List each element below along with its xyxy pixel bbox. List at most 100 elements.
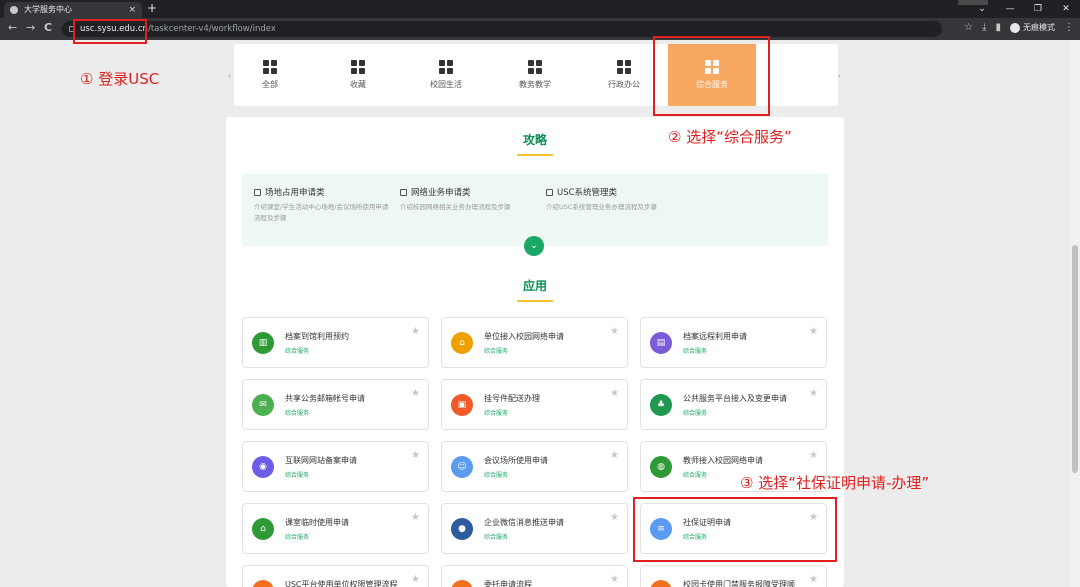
app-card[interactable]: ☺ 会议场所使用申请 综合服务 ★ (441, 441, 628, 492)
favorite-star-icon[interactable]: ★ (809, 388, 818, 399)
category-all[interactable]: 全部 (240, 60, 300, 90)
app-name: 档案远程利用申请 (683, 332, 747, 341)
restore-button[interactable]: ❐ (1024, 0, 1052, 18)
favorite-star-icon[interactable]: ★ (411, 450, 420, 461)
favorite-star-icon[interactable]: ★ (610, 574, 619, 585)
favorite-star-icon[interactable]: ★ (411, 326, 420, 337)
toolbar-actions: ☆ ⤓ ▮ 无痕模式 ⋮ (964, 22, 1074, 33)
app-card[interactable]: ● USC平台使用单位权限管理流程 ★ (242, 565, 429, 587)
favorite-star-icon[interactable]: ★ (411, 388, 420, 399)
category-label: 校园生活 (430, 80, 462, 89)
app-name: 单位接入校园网络申请 (484, 332, 564, 341)
page-scrollbar[interactable] (1070, 40, 1080, 587)
nav-left-arrow-icon[interactable]: ‹ (228, 72, 231, 80)
app-icon: ✉ (252, 394, 274, 416)
app-name: 公共服务平台接入及变更申请 (683, 394, 787, 403)
app-name: 共享公务邮箱帐号申请 (285, 394, 365, 403)
app-category: 综合服务 (285, 348, 310, 355)
expand-chevron-icon[interactable]: ⌄ (524, 236, 544, 256)
favorite-star-icon[interactable]: ★ (610, 512, 619, 523)
category-favorites[interactable]: 收藏 (328, 60, 388, 90)
app-card[interactable]: ⌂ 课室临时使用申请 综合服务 ★ (242, 503, 429, 554)
category-academic[interactable]: 教务教学 (505, 60, 565, 90)
app-icon: ● (650, 580, 672, 587)
app-card[interactable]: ✉ 共享公务邮箱帐号申请 综合服务 ★ (242, 379, 429, 430)
tab-list-icon[interactable]: ⌄ (968, 0, 996, 18)
app-category: 综合服务 (683, 348, 708, 355)
app-icon: ⌂ (252, 518, 274, 540)
guide-item-venue[interactable]: 场地占用申请类 介绍课室/学生活动中心场地/会议场所使用申请流程及步骤 (254, 186, 394, 224)
guide-title-underline (517, 154, 553, 156)
app-card[interactable]: ● 企业微信消息推送申请 综合服务 ★ (441, 503, 628, 554)
download-icon[interactable]: ⤓ (982, 22, 986, 33)
incognito-indicator[interactable]: 无痕模式 (1010, 22, 1055, 33)
app-card[interactable]: ▣ 挂号件配送办理 综合服务 ★ (441, 379, 628, 430)
app-name: 互联网网站备案申请 (285, 456, 357, 465)
grid-icon (351, 60, 365, 74)
app-category: 综合服务 (683, 472, 708, 479)
address-bar[interactable]: usc.sysu.edu.cn/taskcenter-v4/workflow/i… (62, 21, 942, 37)
category-label: 行政办公 (608, 80, 640, 89)
favorite-star-icon[interactable]: ★ (411, 512, 420, 523)
annotation-box-app (633, 497, 837, 562)
bookmark-star-icon[interactable]: ☆ (964, 22, 973, 33)
apps-title-underline (517, 300, 553, 302)
app-card[interactable]: ◉ 互联网网站备案申请 综合服务 ★ (242, 441, 429, 492)
grid-icon (439, 60, 453, 74)
app-card[interactable]: ● 校园卡使用门禁服务报障受理顺 ★ (640, 565, 827, 587)
annotation-box-login (73, 19, 147, 44)
annotation-step2: ② 选择“综合服务” (668, 128, 792, 146)
guide-item-network[interactable]: 网络业务申请类 介绍校园网络相关业务办理流程及步骤 (400, 186, 540, 213)
app-card[interactable]: ▥ 档案到馆利用预约 综合服务 ★ (242, 317, 429, 368)
grid-icon (263, 60, 277, 74)
tab-close-icon[interactable]: × (128, 2, 136, 18)
browser-tab[interactable]: 大学服务中心 × (4, 2, 142, 18)
guide-item-desc: 介绍校园网络相关业务办理流程及步骤 (400, 203, 511, 211)
favorite-star-icon[interactable]: ★ (411, 574, 420, 585)
minimize-button[interactable]: — (996, 0, 1024, 18)
app-card[interactable]: ⌂ 单位接入校园网络申请 综合服务 ★ (441, 317, 628, 368)
grid-icon (617, 60, 631, 74)
favorite-star-icon[interactable]: ★ (809, 574, 818, 585)
app-icon: ▣ (451, 394, 473, 416)
favorite-star-icon[interactable]: ★ (610, 326, 619, 337)
app-icon: ▥ (252, 332, 274, 354)
document-icon (546, 188, 553, 196)
app-icon: ◍ (650, 456, 672, 478)
guide-item-usc[interactable]: USC系统管理类 介绍USC系统管理业务办理流程及步骤 (546, 186, 686, 213)
favorite-star-icon[interactable]: ★ (809, 326, 818, 337)
category-campus-life[interactable]: 校园生活 (416, 60, 476, 90)
new-tab-button[interactable]: + (147, 1, 157, 15)
reload-button[interactable]: C (44, 21, 52, 34)
app-name: USC平台使用单位权限管理流程 (285, 580, 398, 587)
nav-right-arrow-icon[interactable]: › (838, 72, 841, 80)
menu-kebab-icon[interactable]: ⋮ (1064, 22, 1074, 33)
app-card[interactable]: ♣ 公共服务平台接入及变更申请 综合服务 ★ (640, 379, 827, 430)
app-category: 综合服务 (683, 410, 708, 417)
app-category: 综合服务 (285, 472, 310, 479)
category-label: 全部 (262, 80, 278, 89)
app-card[interactable]: ● 委托申请流程 ★ (441, 565, 628, 587)
app-icon: ▤ (650, 332, 672, 354)
app-card[interactable]: ▤ 档案远程利用申请 综合服务 ★ (640, 317, 827, 368)
category-admin[interactable]: 行政办公 (594, 60, 654, 90)
app-icon: ⌂ (451, 332, 473, 354)
app-icon: ☺ (451, 456, 473, 478)
favorite-star-icon[interactable]: ★ (610, 388, 619, 399)
url-path: /taskcenter-v4/workflow/index (147, 24, 276, 34)
app-category: 综合服务 (484, 472, 509, 479)
app-icon: ◉ (252, 456, 274, 478)
app-category: 综合服务 (484, 534, 509, 541)
app-name: 校园卡使用门禁服务报障受理顺 (683, 580, 795, 587)
back-button[interactable]: ← (8, 21, 17, 34)
app-name: 委托申请流程 (484, 580, 532, 587)
forward-button[interactable]: → (26, 21, 35, 34)
scrollbar-thumb[interactable] (1072, 245, 1078, 473)
grid-icon (528, 60, 542, 74)
annotation-box-category (653, 36, 770, 116)
app-icon: ● (252, 580, 274, 587)
side-panel-icon[interactable]: ▮ (995, 22, 1001, 33)
favorite-star-icon[interactable]: ★ (809, 450, 818, 461)
close-window-button[interactable]: ✕ (1052, 0, 1080, 18)
favorite-star-icon[interactable]: ★ (610, 450, 619, 461)
